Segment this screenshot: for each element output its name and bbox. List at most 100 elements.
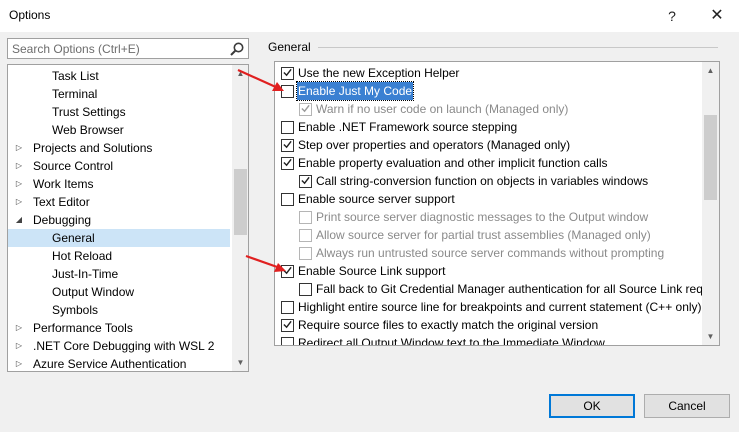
tree-collapsed-icon[interactable]: ▷	[14, 139, 24, 157]
tree-item[interactable]: ▷ Performance Tools	[8, 319, 230, 337]
tree-item-label: Source Control	[33, 159, 114, 173]
option-row[interactable]: Use the new Exception Helper	[281, 64, 719, 82]
option-checkbox[interactable]	[281, 319, 294, 332]
tree-item[interactable]: Hot Reload	[8, 247, 230, 265]
option-label: Always run untrusted source server comma…	[316, 246, 665, 260]
tree-item-label: Azure Service Authentication	[33, 357, 187, 371]
options-list: Redirect all Output Window text to the I…	[274, 61, 720, 346]
option-label: Use the new Exception Helper	[298, 66, 460, 80]
option-row[interactable]: Enable Just My Code	[281, 81, 719, 101]
option-label: Call string-conversion function on objec…	[316, 174, 649, 188]
checkmark-icon	[283, 266, 292, 275]
tree-item-label: Work Items	[33, 177, 94, 191]
option-checkbox[interactable]	[281, 67, 294, 80]
option-row[interactable]: Step over properties and operators (Mana…	[281, 136, 719, 154]
scroll-up-arrow-icon[interactable]: ▲	[702, 62, 719, 79]
option-checkbox[interactable]	[281, 337, 294, 345]
tree-item[interactable]: ▷ Text Editor	[8, 193, 230, 211]
search-box[interactable]	[7, 38, 249, 59]
help-button[interactable]: ?	[650, 0, 694, 32]
tree-expanded-icon[interactable]: ◢	[14, 211, 24, 229]
tree-scrollbar[interactable]: ▲ ▼	[232, 65, 248, 371]
option-row[interactable]: Require source files to exactly match th…	[281, 316, 719, 334]
tree-item-label: Output Window	[52, 285, 135, 299]
option-label: Step over properties and operators (Mana…	[298, 138, 571, 152]
option-checkbox[interactable]	[281, 193, 294, 206]
option-row[interactable]: Enable Source Link support	[281, 262, 719, 280]
option-checkbox[interactable]	[281, 85, 294, 98]
scroll-down-arrow-icon[interactable]: ▼	[232, 354, 248, 371]
tree-item[interactable]: Symbols	[8, 301, 230, 319]
option-row[interactable]: Highlight entire source line for breakpo…	[281, 298, 719, 316]
tree-item-label: Trust Settings	[52, 105, 126, 119]
close-button[interactable]: ✕	[695, 0, 739, 32]
tree-item[interactable]: ◢ Debugging	[8, 211, 230, 229]
tree-item-label: Debugging	[33, 213, 92, 227]
tree-item-label: Projects and Solutions	[33, 141, 153, 155]
tree-item[interactable]: General	[8, 229, 230, 247]
option-label: Highlight entire source line for breakpo…	[298, 300, 702, 314]
option-label: Allow source server for partial trust as…	[316, 228, 651, 242]
tree-item-label: Performance Tools	[33, 321, 133, 335]
checkmark-icon	[283, 320, 292, 329]
option-row: Print source server diagnostic messages …	[299, 208, 719, 226]
tree-item[interactable]: Task List	[8, 67, 230, 85]
cancel-button[interactable]: Cancel	[644, 394, 730, 418]
option-row: Warn if no user code on launch (Managed …	[299, 100, 719, 118]
ok-button[interactable]: OK	[549, 394, 635, 418]
option-checkbox[interactable]	[281, 301, 294, 314]
tree-item[interactable]: ▷ Azure Service Authentication	[8, 355, 230, 371]
option-row: Allow source server for partial trust as…	[299, 226, 719, 244]
option-row[interactable]: Fall back to Git Credential Manager auth…	[299, 280, 719, 298]
title-bar: Options ? ✕	[0, 0, 739, 32]
checkmark-icon	[301, 176, 310, 185]
option-checkbox	[299, 211, 312, 224]
tree-collapsed-icon[interactable]: ▷	[14, 175, 24, 193]
option-row[interactable]: Call string-conversion function on objec…	[299, 172, 719, 190]
tree-item-label: Web Browser	[52, 123, 124, 137]
option-label: Redirect all Output Window text to the I…	[298, 336, 605, 346]
tree-item[interactable]: ▷ .NET Core Debugging with WSL 2	[8, 337, 230, 355]
tree-item[interactable]: Web Browser	[8, 121, 230, 139]
checkmark-icon	[283, 158, 292, 167]
tree-item-label: Symbols	[52, 303, 99, 317]
tree-item-label: Text Editor	[33, 195, 90, 209]
option-label: Enable property evaluation and other imp…	[298, 156, 608, 170]
option-row[interactable]: Redirect all Output Window text to the I…	[281, 334, 719, 346]
option-label: Fall back to Git Credential Manager auth…	[316, 282, 710, 296]
option-row[interactable]: Enable .NET Framework source stepping	[281, 118, 719, 136]
option-label: Enable Source Link support	[298, 264, 446, 278]
scroll-down-arrow-icon[interactable]: ▼	[702, 328, 719, 345]
tree-item[interactable]: Trust Settings	[8, 103, 230, 121]
option-checkbox[interactable]	[281, 139, 294, 152]
scroll-up-arrow-icon[interactable]: ▲	[232, 65, 248, 82]
option-row[interactable]: Enable source server support	[281, 190, 719, 208]
search-icon[interactable]	[229, 41, 245, 57]
tree-collapsed-icon[interactable]: ▷	[14, 157, 24, 175]
option-checkbox[interactable]	[299, 283, 312, 296]
option-label: Enable source server support	[298, 192, 455, 206]
tree-collapsed-icon[interactable]: ▷	[14, 193, 24, 211]
option-checkbox[interactable]	[281, 157, 294, 170]
option-checkbox	[299, 229, 312, 242]
option-row[interactable]: Enable property evaluation and other imp…	[281, 154, 719, 172]
tree-item[interactable]: Terminal	[8, 85, 230, 103]
tree-item[interactable]: ▷ Work Items	[8, 175, 230, 193]
option-checkbox[interactable]	[281, 121, 294, 134]
option-label: Require source files to exactly match th…	[298, 318, 599, 332]
tree-scroll-thumb[interactable]	[234, 169, 247, 235]
option-checkbox[interactable]	[281, 265, 294, 278]
tree-item-label: Hot Reload	[52, 249, 113, 263]
tree-collapsed-icon[interactable]: ▷	[14, 319, 24, 337]
tree-collapsed-icon[interactable]: ▷	[14, 355, 24, 371]
tree-item[interactable]: Just-In-Time	[8, 265, 230, 283]
search-input[interactable]	[8, 39, 228, 58]
option-checkbox[interactable]	[299, 175, 312, 188]
options-scrollbar[interactable]: ▲ ▼	[702, 62, 719, 345]
options-scroll-thumb[interactable]	[704, 115, 717, 200]
option-label: Warn if no user code on launch (Managed …	[316, 102, 569, 116]
tree-collapsed-icon[interactable]: ▷	[14, 337, 24, 355]
tree-item[interactable]: ▷ Projects and Solutions	[8, 139, 230, 157]
tree-item[interactable]: ▷ Source Control	[8, 157, 230, 175]
tree-item[interactable]: Output Window	[8, 283, 230, 301]
